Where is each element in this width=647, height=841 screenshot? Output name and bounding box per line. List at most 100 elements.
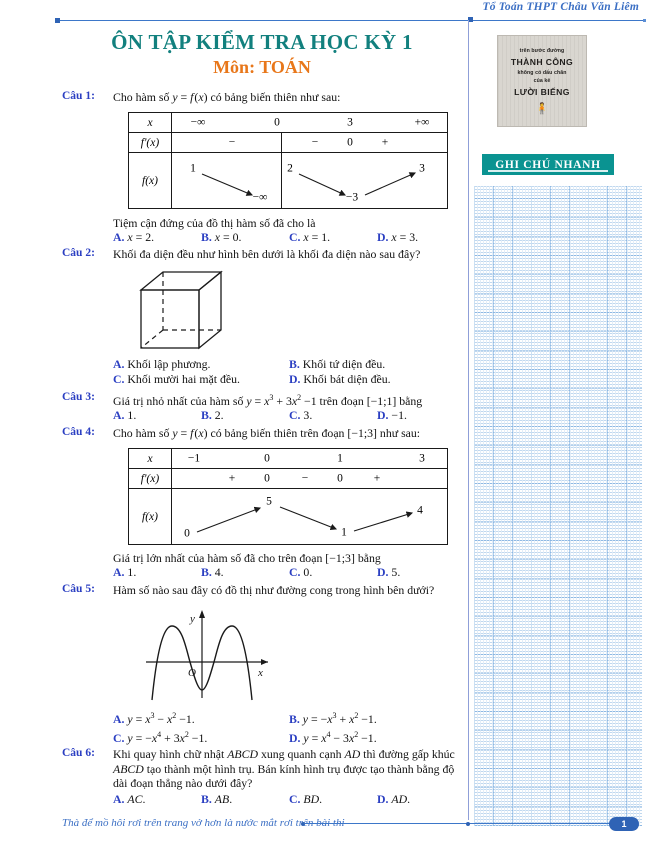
question-5-option-c[interactable]: C. y = −x4 + 3x2 −1. xyxy=(113,727,289,746)
question-1-option-d[interactable]: D. x = 3. xyxy=(377,230,465,245)
page-title: ÔN TẬP KIỂM TRA HỌC KỲ 1 xyxy=(111,30,413,54)
variation-table-1-x-values: −∞ 0 3 +∞ xyxy=(172,113,447,132)
question-4-prompt: Cho hàm số y = f (x) có bảng biến thiên … xyxy=(113,426,421,440)
variation-table-1-row-derivative: f'(x) − − 0 + xyxy=(129,133,447,153)
question-3-option-d[interactable]: D. −1. xyxy=(377,408,465,423)
question-1-option-a[interactable]: A. x = 2. xyxy=(113,230,201,245)
question-2-option-b[interactable]: B. Khối tứ diện đều. xyxy=(289,357,465,372)
question-5-option-d[interactable]: D. y = x4 − 3x2 −1. xyxy=(289,727,465,746)
question-2-option-c[interactable]: C. Khối mười hai mặt đều. xyxy=(113,372,289,387)
person-walking-icon: 🧍 xyxy=(535,103,549,115)
curve-origin-label: O xyxy=(188,667,196,679)
footer-rule-marker xyxy=(466,822,470,826)
variation-table-2-f-label: f(x) xyxy=(129,489,172,544)
question-2-options: A. Khối lập phương. B. Khối tứ diện đều.… xyxy=(113,357,465,387)
question-1-option-b[interactable]: B. x = 0. xyxy=(201,230,289,245)
question-1-prompt: Cho hàm số y = f (x) có bảng biến thiên … xyxy=(113,90,341,104)
v1-d-1: − xyxy=(311,135,319,148)
note-grid-major xyxy=(474,186,642,826)
v1-d-0: − xyxy=(228,135,236,148)
motivation-line5: LƯỜI BIẾNG xyxy=(514,87,570,97)
variation-table-1-f-label: f(x) xyxy=(129,153,172,208)
question-4-option-d[interactable]: D. 5. xyxy=(377,565,465,580)
question-3-option-b[interactable]: B. 2. xyxy=(201,408,289,423)
question-4-sub-prompt: Giá trị lớn nhất của hàm số đã cho trên … xyxy=(113,551,381,565)
v2-x-0: −1 xyxy=(187,451,201,464)
v2-d-0: + xyxy=(228,471,236,484)
variation-table-2-x-label: x xyxy=(129,449,172,468)
v1-d-3: + xyxy=(381,135,389,148)
question-4-option-b[interactable]: B. 4. xyxy=(201,565,289,580)
question-6-prompt: Khi quay hình chữ nhật ABCD xung quanh c… xyxy=(113,747,455,790)
question-5-option-b[interactable]: B. y = −x3 + x2 −1. xyxy=(289,708,465,727)
question-1-label: Câu 1: xyxy=(62,90,95,102)
header-rule xyxy=(55,17,646,23)
question-4-options: A. 1. B. 4. C. 0. D. 5. xyxy=(113,565,465,580)
question-4-label: Câu 4: xyxy=(62,426,95,438)
motivation-line4: của kẻ xyxy=(533,78,551,84)
page-header-text: Tổ Toán THPT Châu Văn Liêm xyxy=(482,1,639,13)
question-6-option-b[interactable]: B. AB. xyxy=(201,792,289,807)
curve-x-axis-label: x xyxy=(257,667,263,679)
quick-notes-label: GHI CHÚ NHANH xyxy=(495,158,601,171)
curve-y-axis-label: y xyxy=(189,613,195,625)
variation-table-2-row-x: x −1 0 1 3 xyxy=(129,449,447,469)
question-2-option-a[interactable]: A. Khối lập phương. xyxy=(113,357,289,372)
question-5-label: Câu 5: xyxy=(62,583,95,595)
v1-x-1: 0 xyxy=(274,115,280,128)
question-5-option-a[interactable]: A. y = x3 − x2 −1. xyxy=(113,708,289,727)
question-4-option-a[interactable]: A. 1. xyxy=(113,565,201,580)
variation-table-1-arrows xyxy=(201,172,417,196)
variation-table-2: x −1 0 1 3 f'(x) + 0 − 0 + f(x) 0 5 1 4 xyxy=(128,448,448,545)
variation-table-1-f-values: 1 −∞ 2 −3 3 xyxy=(172,153,447,208)
motivation-image: trên bước đường THÀNH CÔNG không có dấu … xyxy=(497,35,587,127)
question-2-prompt: Khối đa diện đều như hình bên dưới là kh… xyxy=(113,247,421,261)
v1-x-2: 3 xyxy=(347,115,353,128)
question-5-options: A. y = x3 − x2 −1. B. y = −x3 + x2 −1. C… xyxy=(113,708,465,746)
v1-x-3: +∞ xyxy=(414,115,430,128)
variation-table-2-row-derivative: f'(x) + 0 − 0 + xyxy=(129,469,447,489)
variation-table-1-row-function: f(x) 1 −∞ 2 −3 3 xyxy=(129,153,447,208)
question-3-options: A. 1. B. 2. C. 3. D. −1. xyxy=(113,408,465,423)
question-2-label: Câu 2: xyxy=(62,247,95,259)
question-3-prompt: Giá trị nhỏ nhất của hàm số y = x3 + 3x2… xyxy=(113,393,423,408)
variation-table-2-d-values: + 0 − 0 + xyxy=(172,469,447,488)
question-4-option-c[interactable]: C. 0. xyxy=(289,565,377,580)
footer-rule xyxy=(301,821,615,826)
variation-table-1-d-values: − − 0 + xyxy=(172,133,447,152)
v2-d-4: + xyxy=(373,471,381,484)
variation-table-2-f-values: 0 5 1 4 xyxy=(172,489,447,544)
motivation-line3: không có dấu chân xyxy=(517,70,567,76)
question-1-option-c[interactable]: C. x = 1. xyxy=(289,230,377,245)
question-6-option-a[interactable]: A. AC. xyxy=(113,792,201,807)
v1-x-0: −∞ xyxy=(190,115,206,128)
question-3-option-c[interactable]: C. 3. xyxy=(289,408,377,423)
question-1-options: A. x = 2. B. x = 0. C. x = 1. D. x = 3. xyxy=(113,230,465,245)
variation-table-2-x-values: −1 0 1 3 xyxy=(172,449,447,468)
question-3-option-a[interactable]: A. 1. xyxy=(113,408,201,423)
variation-table-1-d-label: f'(x) xyxy=(129,133,172,152)
question-6-label: Câu 6: xyxy=(62,747,95,759)
document-page: Tổ Toán THPT Châu Văn Liêm ÔN TẬP KIỂM T… xyxy=(0,0,647,841)
v2-x-3: 3 xyxy=(419,451,425,464)
variation-table-1: x −∞ 0 3 +∞ f'(x) − − 0 + f(x) 1 −∞ 2 −3… xyxy=(128,112,448,209)
column-divider xyxy=(468,20,469,820)
quartic-curve-figure: y x O xyxy=(146,610,268,701)
question-1-sub-prompt: Tiệm cận đứng của đồ thị hàm số đã cho l… xyxy=(113,216,316,230)
motivation-line2: THÀNH CÔNG xyxy=(510,57,574,67)
page-number-badge: 1 xyxy=(609,817,639,831)
v2-x-1: 0 xyxy=(264,451,270,464)
question-2-option-d[interactable]: D. Khối bát diện đều. xyxy=(289,372,465,387)
v2-d-1: 0 xyxy=(264,471,270,484)
cube-figure xyxy=(139,270,223,350)
question-6-options: A. AC. B. AB. C. BD. D. AD. xyxy=(113,792,465,807)
variation-table-1-x-label: x xyxy=(129,113,172,132)
variation-table-1-row-x: x −∞ 0 3 +∞ xyxy=(129,113,447,133)
question-6-option-d[interactable]: D. AD. xyxy=(377,792,465,807)
v2-x-2: 1 xyxy=(337,451,343,464)
v2-d-2: − xyxy=(301,471,309,484)
variation-table-2-row-function: f(x) 0 5 1 4 xyxy=(129,489,447,544)
variation-table-2-d-label: f'(x) xyxy=(129,469,172,488)
question-6-option-c[interactable]: C. BD. xyxy=(289,792,377,807)
v1-d-2: 0 xyxy=(347,135,353,148)
